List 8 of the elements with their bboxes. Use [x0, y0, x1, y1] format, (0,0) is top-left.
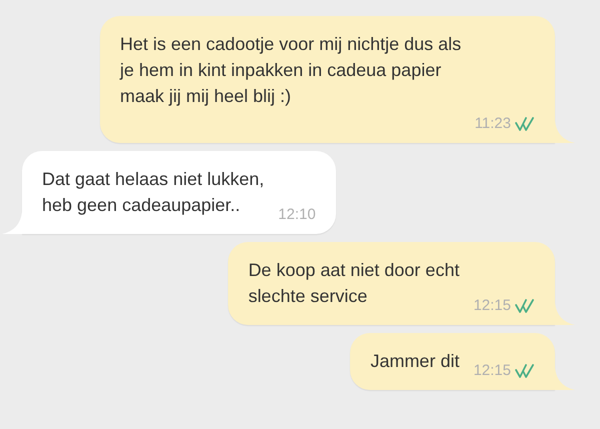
- message-text: Jammer dit: [370, 350, 460, 373]
- message-time: 12:10: [278, 206, 316, 224]
- message-text: Het is een cadootje voor mij nichtje dus als je hem in kint inpakken in cadeua papier maak jij mij heel blij :): [120, 33, 462, 108]
- message-time: 12:15: [473, 297, 511, 315]
- message-text: De koop aat niet door echt slechte service: [248, 259, 460, 308]
- message-time: 12:15: [473, 362, 511, 380]
- message-text: Dat gaat helaas niet lukken, heb geen cadeaupapier..: [42, 168, 264, 217]
- message-time: 11:23: [474, 115, 511, 133]
